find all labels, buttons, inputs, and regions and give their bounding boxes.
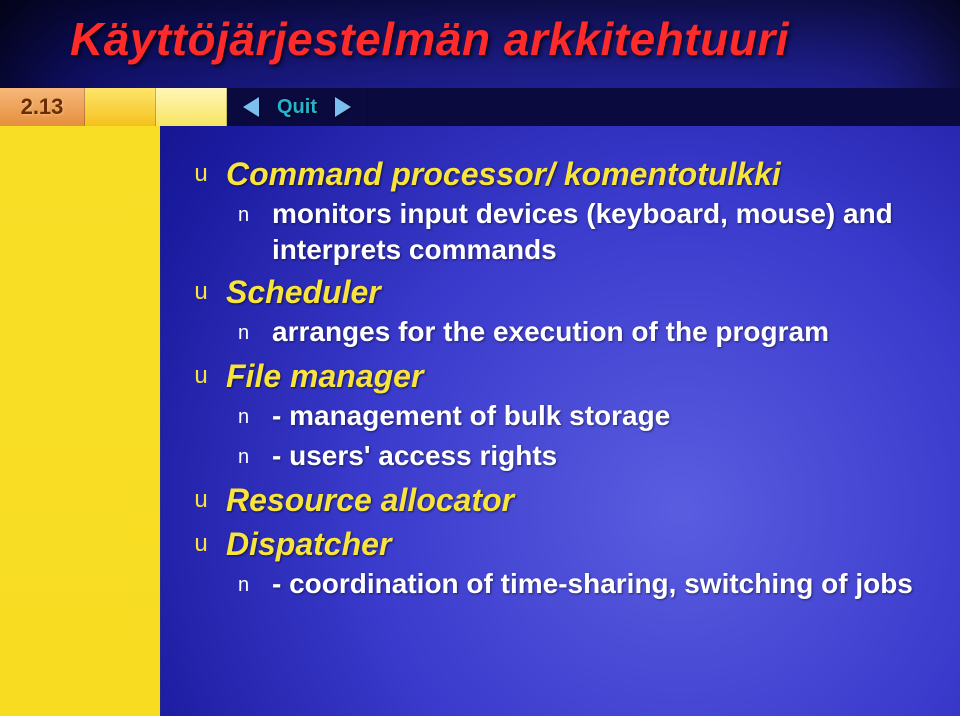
page-title: Käyttöjärjestelmän arkkitehtuuri: [70, 12, 789, 66]
bullet-lvl1: u File manager: [190, 356, 930, 396]
sub-bullet-icon: n: [238, 438, 258, 476]
sub-bullet-icon: n: [238, 314, 258, 352]
slide: Käyttöjärjestelmän arkkitehtuuri 2.13 Qu…: [0, 0, 960, 716]
bullet-lvl2: n - users' access rights: [238, 438, 930, 476]
nav-spacer-2: [156, 88, 227, 126]
bullet-lvl2-text: monitors input devices (keyboard, mouse)…: [272, 196, 930, 268]
bullet-icon: u: [190, 524, 212, 564]
bullet-icon: u: [190, 272, 212, 312]
bullet-lvl2-text: - users' access rights: [272, 438, 557, 476]
bullet-icon: u: [190, 154, 212, 194]
prev-arrow-icon[interactable]: [243, 97, 259, 117]
bullet-lvl1: u Scheduler: [190, 272, 930, 312]
bullet-lvl1-text: Command processor/ komentotulkki: [226, 154, 781, 194]
bullet-lvl1-text: Resource allocator: [226, 480, 514, 520]
quit-button[interactable]: Quit: [277, 96, 317, 119]
bullet-lvl2-text: - coordination of time-sharing, switchin…: [272, 566, 913, 604]
sub-bullet-icon: n: [238, 398, 258, 436]
bullet-lvl1: u Dispatcher: [190, 524, 930, 564]
bullet-lvl2: n - management of bulk storage: [238, 398, 930, 436]
bullet-lvl1-text: Dispatcher: [226, 524, 391, 564]
nav-controls: Quit: [227, 88, 368, 126]
bullet-lvl1-text: Scheduler: [226, 272, 381, 312]
nav-spacer-1: [85, 88, 156, 126]
bullet-icon: u: [190, 480, 212, 520]
bullet-lvl1-text: File manager: [226, 356, 423, 396]
page-number: 2.13: [0, 88, 85, 126]
sub-bullet-icon: n: [238, 566, 258, 604]
bullet-lvl2: n - coordination of time-sharing, switchi…: [238, 566, 930, 604]
bullet-lvl2-text: arranges for the execution of the progra…: [272, 314, 829, 352]
bullet-lvl1: u Command processor/ komentotulkki: [190, 154, 930, 194]
bullet-icon: u: [190, 356, 212, 396]
slide-content: uCommand processor/ komentotulkkinmonito…: [190, 150, 930, 606]
bullet-lvl2: n arranges for the execution of the progr…: [238, 314, 930, 352]
bullet-lvl2-text: - management of bulk storage: [272, 398, 670, 436]
bullet-lvl2: nmonitors input devices (keyboard, mouse…: [238, 196, 930, 268]
sub-bullet-icon: n: [238, 196, 258, 268]
bullet-lvl1: u Resource allocator: [190, 480, 930, 520]
next-arrow-icon[interactable]: [335, 97, 351, 117]
top-nav-bar: 2.13 Quit: [0, 88, 960, 126]
